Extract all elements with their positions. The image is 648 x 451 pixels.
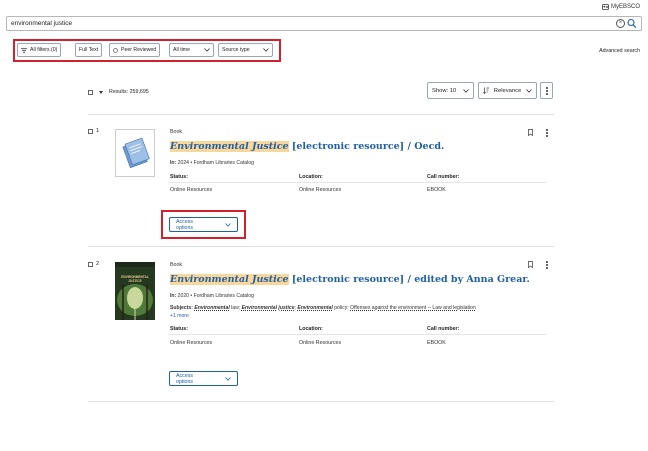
status-value: Online Resources [170,187,213,193]
location-value: Online Resources [299,187,342,193]
title-highlight: Environmental Justice [170,141,289,152]
access-options-label: Access options [176,372,194,385]
divider [168,182,546,183]
sort-label: Relevance [493,87,522,94]
book-placeholder-icon [122,137,150,169]
title-highlight: Environmental Justice [170,274,289,285]
status-label: Status: [170,326,188,332]
more-options-button[interactable] [540,82,553,99]
clear-icon[interactable]: × [616,19,625,28]
access-options-label: Access options [176,218,194,231]
cover-title-text: ENVIRONMENTAL JUSTICE [121,275,149,283]
select-all-checkbox[interactable] [88,89,93,95]
search-icon[interactable] [627,18,637,29]
full-text-label: Full Text [79,47,99,53]
all-filters-label: All filters (0) [30,47,58,53]
status-label: Status: [170,174,188,180]
radio-icon [113,47,118,53]
source-type-label: Source type [222,47,250,53]
all-time-label: All time [173,47,191,53]
peer-reviewed-button[interactable]: Peer Reviewed [109,43,161,57]
title-rest: [electronic resource] / edited by Anna G… [288,274,530,285]
bookmark-icon[interactable] [528,129,533,136]
record-number: 2 [96,261,100,267]
subject-link[interactable]: Offenses against the environment -- Law … [350,305,476,311]
sort-select[interactable]: Relevance [478,82,537,99]
record-checkbox[interactable] [88,261,93,267]
record-subjects: Subjects: Environmental law; Environment… [170,305,476,311]
book-cover-thumbnail[interactable]: ENVIRONMENTAL JUSTICE [115,262,155,320]
in-value: 2024 • Fordham Libraries Catalog [177,160,254,166]
more-subjects-link[interactable]: +1 more [170,313,189,319]
in-label: In: [170,293,177,299]
call-number-label: Call number: [427,326,460,332]
subject-link[interactable]: Environmental [194,305,229,311]
chevron-down-icon [526,88,532,93]
record-title-link[interactable]: Environmental Justice [electronic resour… [170,274,530,285]
myebsco-label: MyEBSCO [610,4,640,10]
record-title-link[interactable]: Environmental Justice [electronic resour… [170,141,444,152]
search-query-text: environmental justice [11,20,73,27]
record-type: Book [170,129,183,135]
caret-down-icon[interactable] [99,90,103,94]
subject-link[interactable]: Environmental justice [242,305,295,311]
record-kebab-icon[interactable] [546,129,548,137]
myebsco-link[interactable]: MyEBSCO [602,4,640,10]
record-select[interactable]: 1 [88,128,99,134]
location-label: Location: [299,174,323,180]
chevron-down-icon [225,222,231,227]
subject-link[interactable]: Environmental [297,305,332,311]
divider [168,334,546,335]
book-cover-image [115,262,155,320]
filter-icon [21,47,27,53]
subject-text: law; [229,305,242,311]
call-number-value: EBOOK [427,187,446,193]
record-number: 1 [96,128,100,134]
in-label: In: [170,160,177,166]
call-number-label: Call number: [427,174,460,180]
source-type-dropdown[interactable]: Source type [218,43,273,57]
bookmark-icon[interactable] [528,261,533,268]
book-cover-thumbnail[interactable] [115,129,155,177]
show-per-page-label: Show: 10 [432,87,457,94]
record-checkbox[interactable] [88,128,93,134]
all-filters-button[interactable]: All filters (0) [17,43,62,57]
in-value: 2020 • Fordham Libraries Catalog [177,293,254,299]
call-number-value: EBOOK [427,340,446,346]
user-card-icon [602,4,609,10]
access-options-button[interactable]: Access options [169,371,238,386]
record-type: Book [170,262,183,268]
record-kebab-icon[interactable] [546,261,548,269]
full-text-button[interactable]: Full Text [75,43,103,57]
advanced-search-link[interactable]: Advanced search [599,48,640,54]
peer-reviewed-label: Peer Reviewed [121,47,157,53]
access-options-button[interactable]: Access options [169,217,238,232]
record-source: In: 2024 • Fordham Libraries Catalog [170,160,254,166]
subject-text: policy; [332,305,351,311]
chevron-down-icon [263,48,269,52]
kebab-icon [545,86,548,95]
title-rest: [electronic resource] / Oecd. [288,141,445,152]
sort-icon [483,87,489,94]
divider [88,401,554,402]
results-count: Results: 259,695 [109,89,149,95]
divider [88,246,554,247]
chevron-down-icon [463,88,469,93]
status-value: Online Resources [170,340,213,346]
search-input[interactable]: environmental justice × [6,16,642,31]
select-all-control[interactable]: Results: 259,695 [88,89,149,95]
record-source: In: 2020 • Fordham Libraries Catalog [170,293,254,299]
location-value: Online Resources [299,340,342,346]
location-label: Location: [299,326,323,332]
divider [88,114,554,115]
chevron-down-icon [225,376,231,381]
chevron-down-icon [204,48,210,52]
show-per-page-select[interactable]: Show: 10 [427,82,474,99]
subjects-label: Subjects: [170,305,193,311]
record-select[interactable]: 2 [88,261,99,267]
all-time-dropdown[interactable]: All time [169,43,214,57]
